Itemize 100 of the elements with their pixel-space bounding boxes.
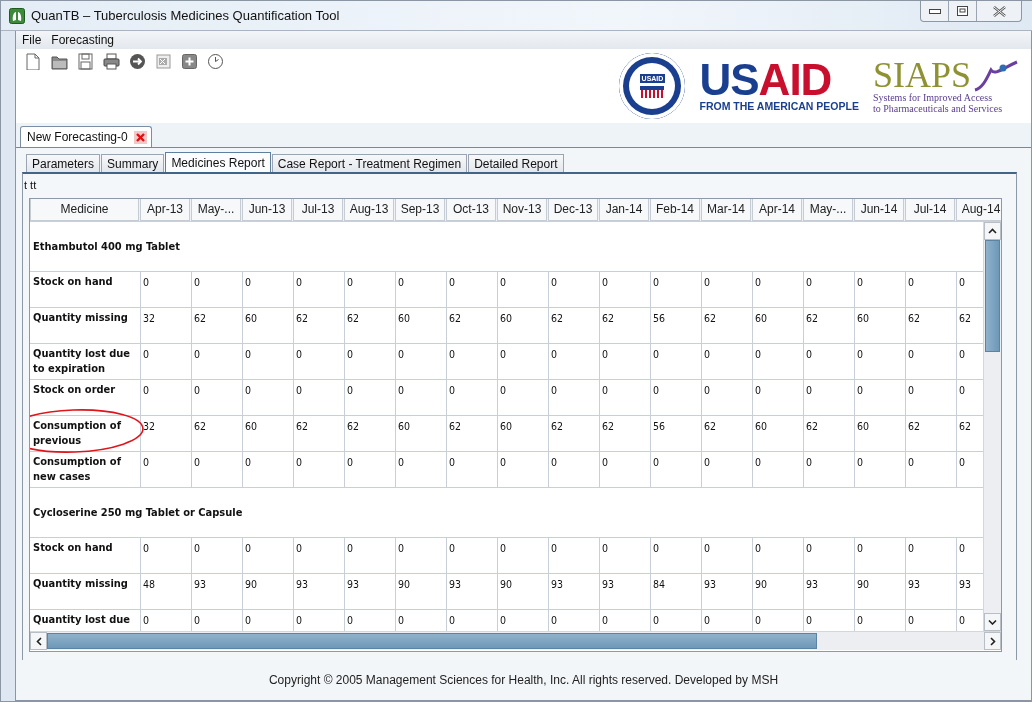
table-cell: 0: [854, 380, 905, 415]
siaps-logo-text: SIAPS: [872, 58, 971, 92]
column-header[interactable]: Jun-13: [242, 199, 292, 221]
table-cell: 0: [293, 272, 344, 307]
table-cell: 93: [701, 574, 752, 609]
figure-icon: [973, 60, 1019, 92]
column-header[interactable]: May-...: [803, 199, 853, 221]
table-cell: 62: [548, 416, 599, 451]
document-tab[interactable]: New Forecasting-0: [20, 126, 152, 147]
table-cell: 0: [548, 344, 599, 379]
column-header[interactable]: Feb-14: [650, 199, 700, 221]
table-cell: 0: [395, 452, 446, 487]
report-caption: t tt: [23, 178, 38, 193]
close-icon[interactable]: [133, 130, 147, 144]
table-cell: 56: [650, 416, 701, 451]
column-header[interactable]: Jan-14: [599, 199, 649, 221]
table-cell: 0: [242, 538, 293, 573]
column-header[interactable]: Jun-14: [854, 199, 904, 221]
table-cell: 0: [395, 538, 446, 573]
table-cell: 56: [650, 308, 701, 343]
caret-icon: [989, 636, 996, 646]
row-label: Consumption of previous: [32, 418, 122, 449]
scroll-left-button[interactable]: [30, 632, 47, 650]
table-cell: 0: [599, 344, 650, 379]
table-cell: 62: [191, 416, 242, 451]
table-cell: 0: [344, 380, 395, 415]
column-header[interactable]: Oct-13: [446, 199, 496, 221]
table-cell: 93: [191, 574, 242, 609]
table-cell: 0: [701, 538, 752, 573]
tab[interactable]: Summary: [101, 154, 165, 172]
table-cell: 93: [905, 574, 956, 609]
menu-item[interactable]: Forecasting: [51, 33, 115, 47]
scroll-right-button[interactable]: [984, 632, 1001, 650]
column-header[interactable]: Apr-14: [752, 199, 802, 221]
save-icon[interactable]: [77, 53, 94, 70]
scroll-down-button[interactable]: [984, 613, 1001, 631]
logo-tagline: FROM THE AMERICAN PEOPLE: [699, 100, 859, 112]
table-cell: 0: [548, 380, 599, 415]
logo-tagline: to Pharmaceuticals and Services: [872, 103, 1004, 114]
medicine-name: Ethambutol 400 mg Tablet: [30, 222, 983, 272]
column-header[interactable]: Jul-14: [905, 199, 955, 221]
table-cell: 0: [344, 272, 395, 307]
scrollbar-thumb[interactable]: [985, 240, 1000, 352]
row-label: Stock on hand: [32, 540, 114, 556]
column-header[interactable]: Sep-13: [395, 199, 445, 221]
table-cell: 0: [446, 272, 497, 307]
table-cell: 0: [497, 272, 548, 307]
table-cell: 0: [803, 452, 854, 487]
window-title: QuanTB – Tuberculosis Medicines Quantification Tool: [31, 8, 341, 23]
table-cell: 0: [446, 380, 497, 415]
column-header[interactable]: May-...: [191, 199, 241, 221]
column-header[interactable]: Aug-13: [344, 199, 394, 221]
scrollbar-thumb[interactable]: [47, 633, 817, 649]
menu-item[interactable]: File: [22, 33, 42, 47]
tab[interactable]: Parameters: [26, 154, 101, 172]
table-cell: 60: [752, 308, 803, 343]
table-cell: 0: [599, 380, 650, 415]
row-label: Quantity lost due to expiration: [32, 346, 132, 377]
new-document-icon[interactable]: [25, 53, 42, 70]
table-cell: 62: [905, 416, 956, 451]
table-cell: 62: [344, 308, 395, 343]
close-icon: [992, 5, 1006, 17]
column-header[interactable]: Medicine: [30, 199, 139, 221]
table-cell: 0: [650, 452, 701, 487]
row-label: Consumption of new cases: [32, 454, 122, 485]
table-cell: 62: [293, 416, 344, 451]
table-cell: 0: [293, 538, 344, 573]
column-header[interactable]: Aug-14: [956, 199, 1001, 221]
table-cell: 0: [242, 452, 293, 487]
table-cell: 0: [803, 272, 854, 307]
tab[interactable]: Medicines Report: [165, 152, 271, 172]
column-header[interactable]: Nov-13: [497, 199, 547, 221]
tab[interactable]: Detailed Report: [468, 154, 564, 172]
table-cell: 0: [191, 452, 242, 487]
scroll-up-button[interactable]: [984, 222, 1001, 240]
table-cell: 90: [497, 574, 548, 609]
arrow-circle-icon[interactable]: [129, 53, 146, 70]
column-header[interactable]: Apr-13: [140, 199, 190, 221]
table-cell: 0: [497, 344, 548, 379]
table-cell: 62: [446, 308, 497, 343]
table-cell: 62: [548, 308, 599, 343]
folder-icon[interactable]: [51, 53, 68, 70]
table-cell: 62: [344, 416, 395, 451]
table-cell: 0: [701, 380, 752, 415]
table-cell: 32: [140, 308, 191, 343]
table-cell: 62: [803, 416, 854, 451]
table-cell: 60: [497, 308, 548, 343]
table-cell: 0: [650, 380, 701, 415]
table-cell: 0: [191, 272, 242, 307]
table-cell: 0: [344, 452, 395, 487]
plus-icon[interactable]: [181, 53, 198, 70]
printer-icon[interactable]: [103, 53, 120, 70]
column-header[interactable]: Dec-13: [548, 199, 598, 221]
table-cell: 0: [599, 272, 650, 307]
column-header[interactable]: Jul-13: [293, 199, 343, 221]
table-cell: 0: [701, 452, 752, 487]
clock-icon[interactable]: [207, 53, 224, 70]
tab[interactable]: Case Report - Treatment Regimen: [271, 154, 468, 172]
table-cell: 60: [497, 416, 548, 451]
column-header[interactable]: Mar-14: [701, 199, 751, 221]
